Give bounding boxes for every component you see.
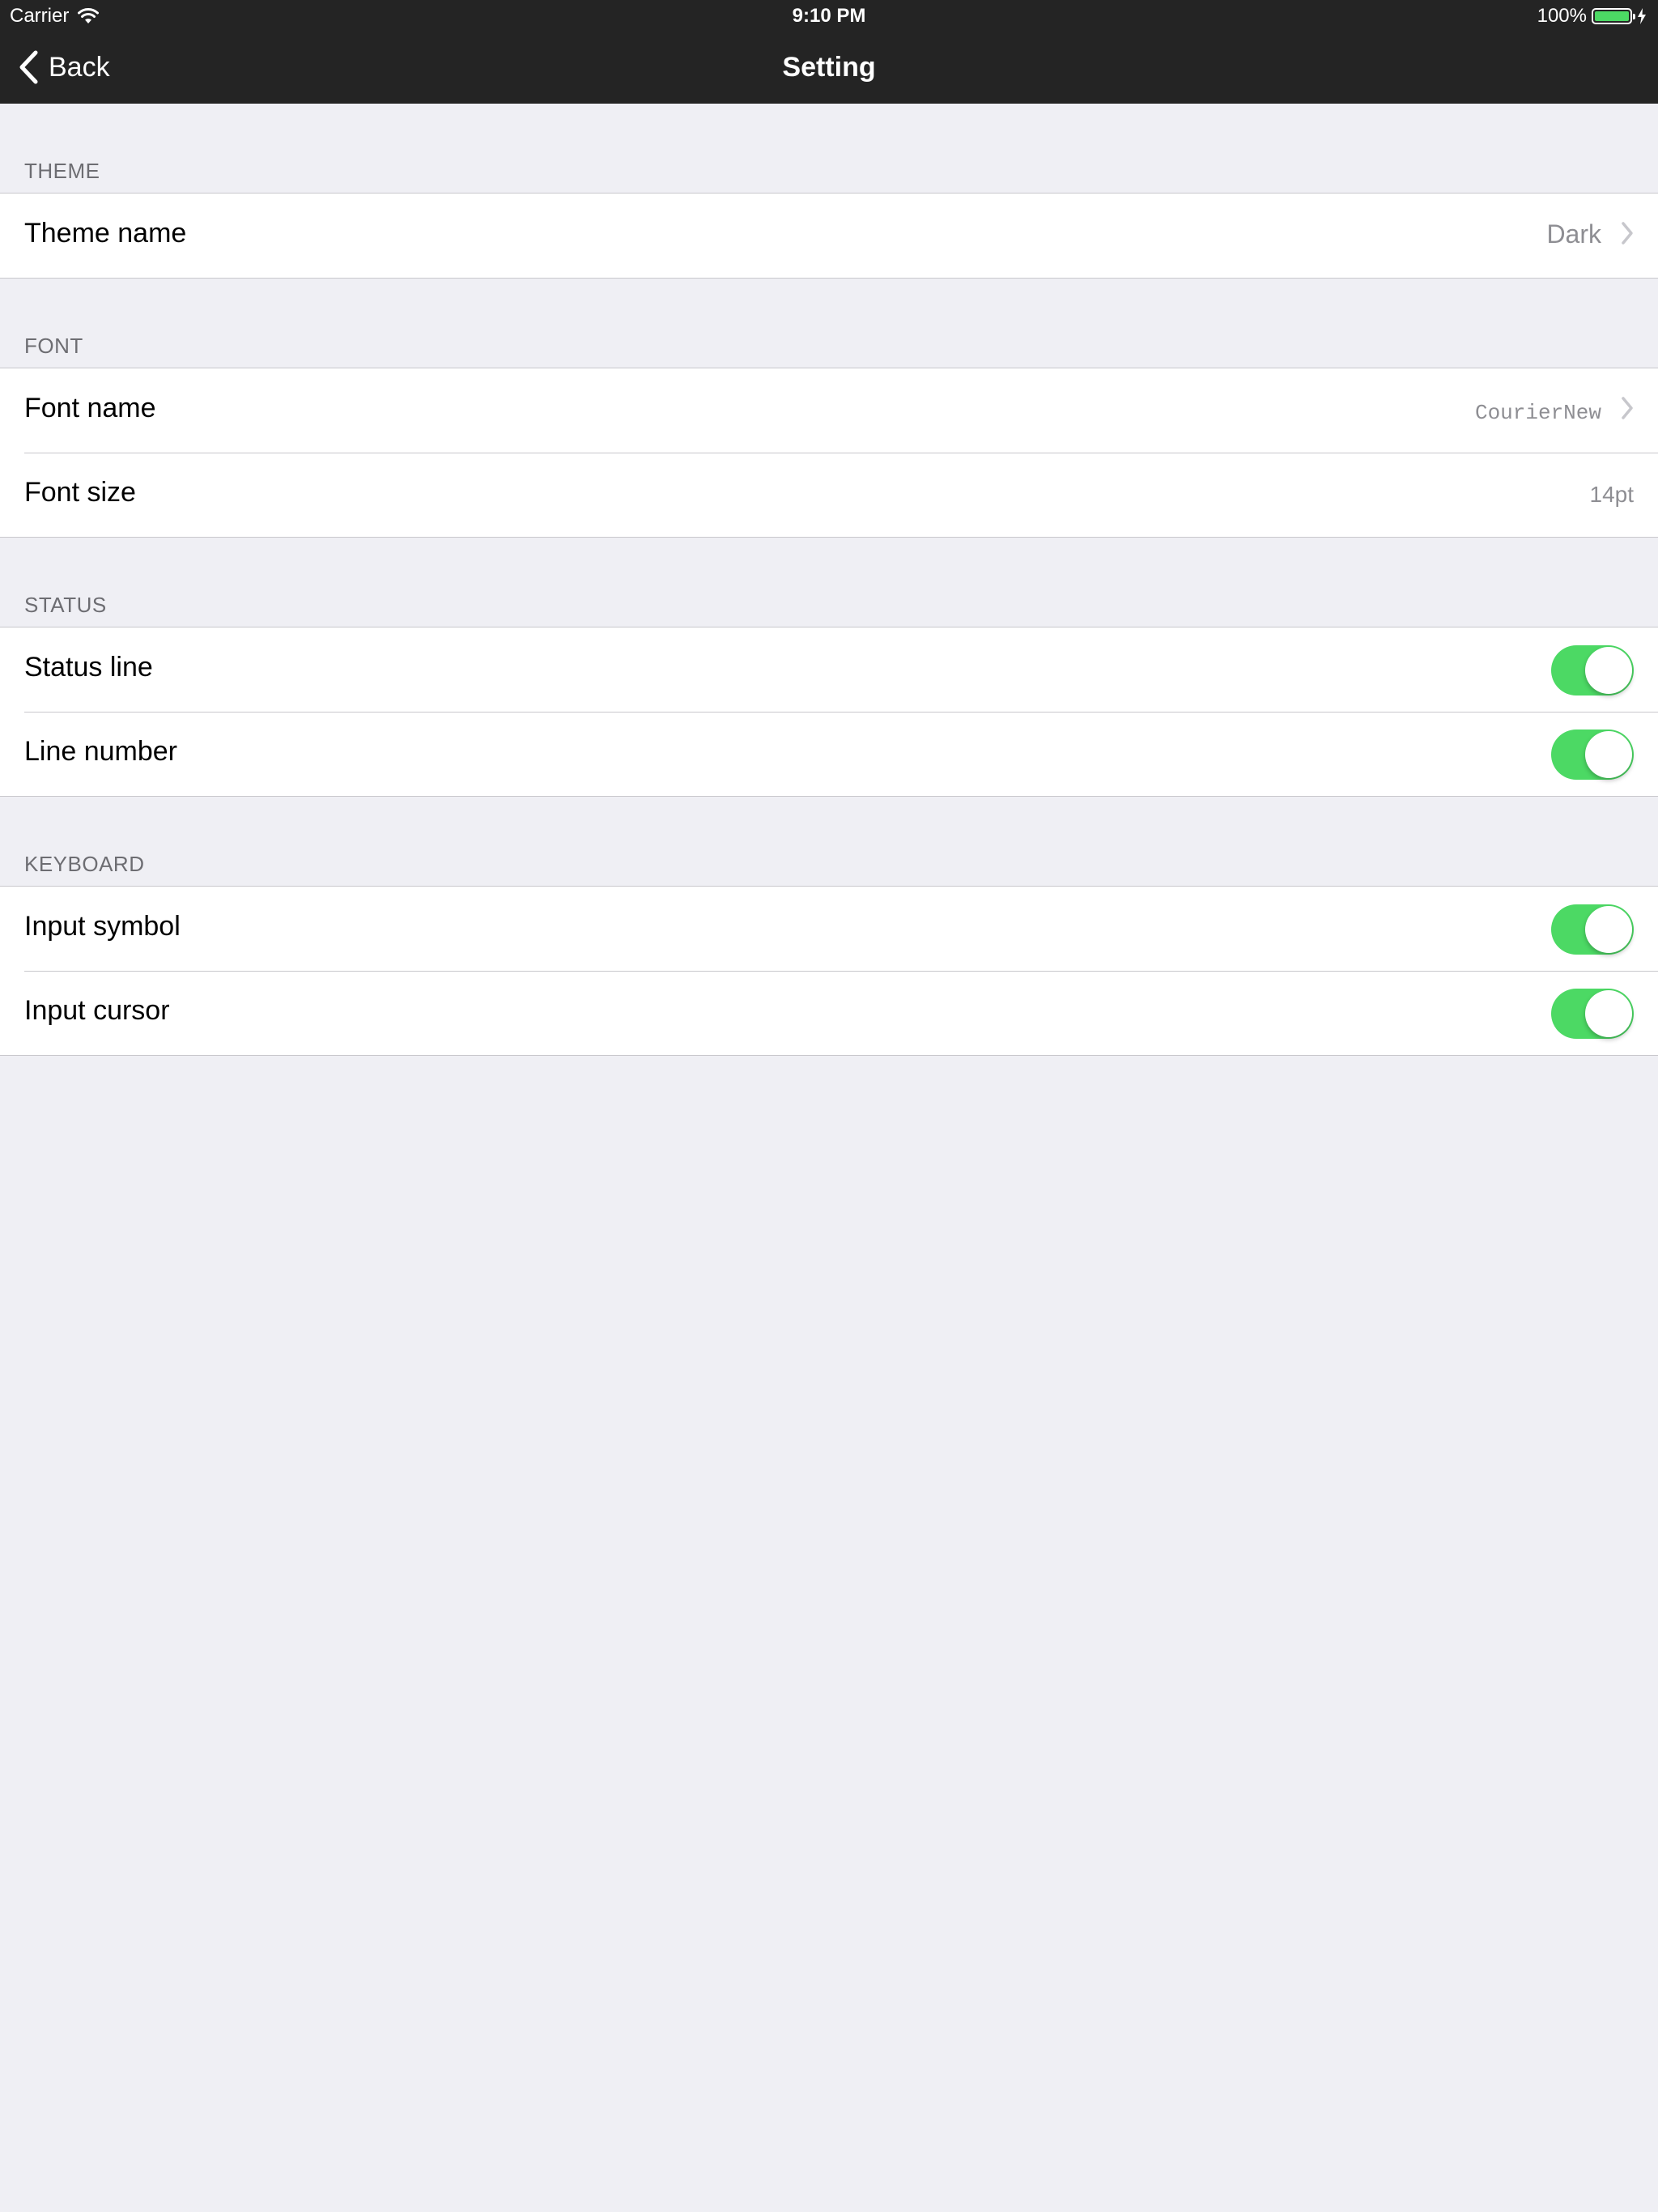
toggle-knob bbox=[1585, 647, 1632, 694]
row-theme-name[interactable]: Theme name Dark bbox=[0, 194, 1658, 278]
section-header-status: STATUS bbox=[24, 593, 107, 617]
font-name-value: CourierNew bbox=[1474, 401, 1601, 425]
battery-icon bbox=[1592, 8, 1635, 24]
font-size-value: 14pt bbox=[1589, 482, 1635, 507]
section-header-keyboard: KEYBOARD bbox=[24, 852, 145, 876]
row-status-line: Status line bbox=[0, 627, 1658, 712]
input-cursor-toggle[interactable] bbox=[1551, 989, 1634, 1039]
font-size-label: Font size bbox=[24, 477, 136, 508]
group-status: Status line Line number bbox=[0, 627, 1658, 797]
section-header-font: FONT bbox=[24, 334, 83, 358]
section-header-theme: THEME bbox=[24, 159, 100, 183]
chevron-right-icon bbox=[1622, 397, 1633, 419]
line-number-toggle[interactable] bbox=[1551, 730, 1634, 780]
group-font: Font name CourierNew Font size 14pt bbox=[0, 368, 1658, 538]
line-number-label: Line number bbox=[24, 736, 178, 767]
input-symbol-toggle[interactable] bbox=[1551, 904, 1634, 955]
toggle-knob bbox=[1585, 731, 1632, 778]
theme-name-label: Theme name bbox=[24, 218, 187, 249]
status-line-label: Status line bbox=[24, 652, 153, 683]
battery-percent: 100% bbox=[1537, 5, 1587, 27]
navigation-bar: Back Setting bbox=[0, 32, 1658, 104]
battery-level bbox=[1595, 11, 1629, 21]
input-symbol-label: Input symbol bbox=[24, 911, 181, 942]
row-font-name[interactable]: Font name CourierNew bbox=[0, 368, 1658, 453]
chevron-right-icon bbox=[1622, 222, 1633, 245]
battery-group: 100% bbox=[1537, 5, 1647, 28]
status-bar: Carrier 9:10 PM 100% bbox=[0, 0, 1658, 32]
row-input-cursor: Input cursor bbox=[0, 971, 1658, 1055]
status-line-toggle[interactable] bbox=[1551, 645, 1634, 696]
font-name-label: Font name bbox=[24, 393, 156, 423]
theme-name-value: Dark bbox=[1546, 219, 1601, 249]
group-theme: Theme name Dark bbox=[0, 193, 1658, 279]
bolt-icon bbox=[1638, 8, 1646, 24]
toggle-knob bbox=[1585, 906, 1632, 953]
top-bar: Carrier 9:10 PM 100% Back Setting bbox=[0, 0, 1658, 104]
toggle-knob bbox=[1585, 990, 1632, 1037]
group-keyboard: Input symbol Input cursor bbox=[0, 886, 1658, 1056]
clock: 9:10 PM bbox=[792, 5, 866, 27]
row-font-size[interactable]: Font size 14pt bbox=[0, 453, 1658, 537]
page-title: Setting bbox=[782, 52, 876, 83]
input-cursor-label: Input cursor bbox=[24, 995, 170, 1026]
row-input-symbol: Input symbol bbox=[0, 887, 1658, 971]
row-line-number: Line number bbox=[0, 712, 1658, 796]
